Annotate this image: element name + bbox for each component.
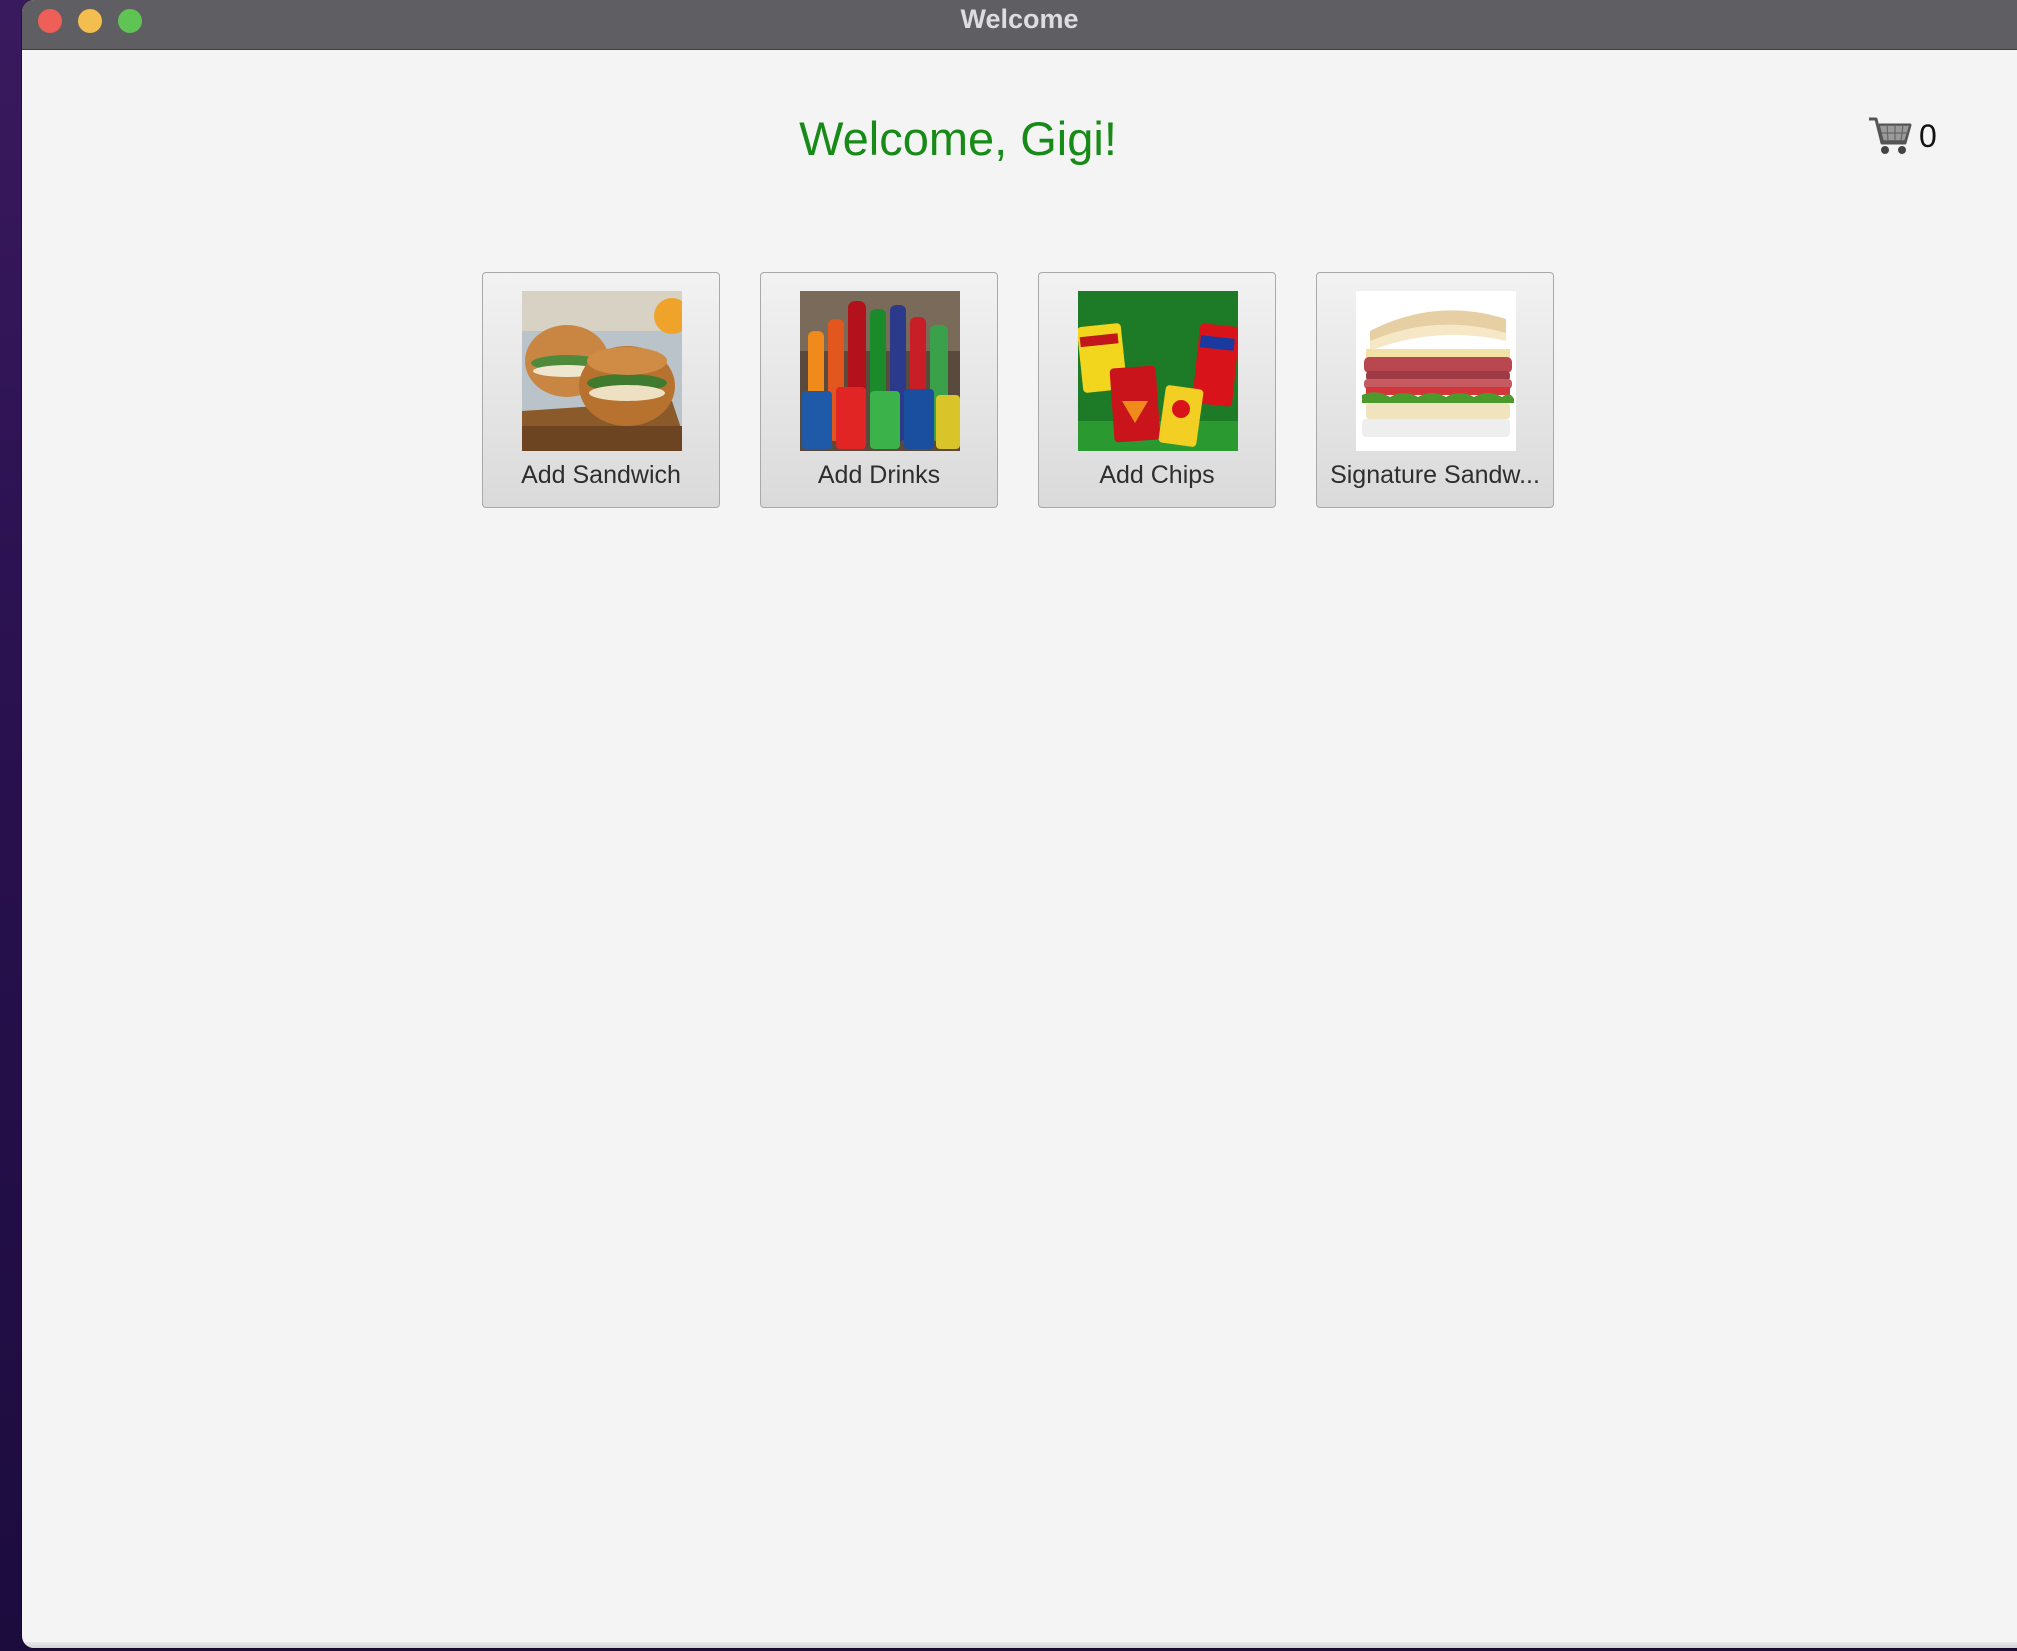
- window-bottom-edge: [22, 1642, 2017, 1648]
- app-window: Welcome Welcome, Gigi! 0 Add Sandwich Ad…: [22, 0, 2017, 1648]
- sandwich-photo-icon: [522, 291, 682, 451]
- cart-icon: [1869, 117, 1912, 154]
- signature-sandwich-button[interactable]: Signature Sandw...: [1316, 272, 1554, 508]
- add-sandwich-button[interactable]: Add Sandwich: [482, 272, 720, 508]
- add-chips-button[interactable]: Add Chips: [1038, 272, 1276, 508]
- cart-indicator[interactable]: 0: [1867, 115, 1937, 157]
- cart-count: 0: [1919, 117, 1937, 154]
- tile-label: Add Chips: [1099, 461, 1215, 489]
- tile-label: Signature Sandw...: [1330, 461, 1540, 489]
- tile-label: Add Drinks: [817, 461, 941, 489]
- drinks-photo-icon: [800, 291, 960, 451]
- title-bar: Welcome: [22, 0, 2017, 50]
- welcome-heading: Welcome, Gigi!: [799, 112, 1117, 165]
- add-drinks-button[interactable]: Add Drinks: [760, 272, 998, 508]
- window-title: Welcome: [960, 4, 1079, 34]
- chips-photo-icon: [1078, 291, 1238, 451]
- signature-sandwich-photo-icon: [1356, 291, 1516, 451]
- menu-tiles: Add Sandwich Add Drinks Add Chips Signat…: [482, 272, 1554, 508]
- tile-label: Add Sandwich: [521, 461, 681, 489]
